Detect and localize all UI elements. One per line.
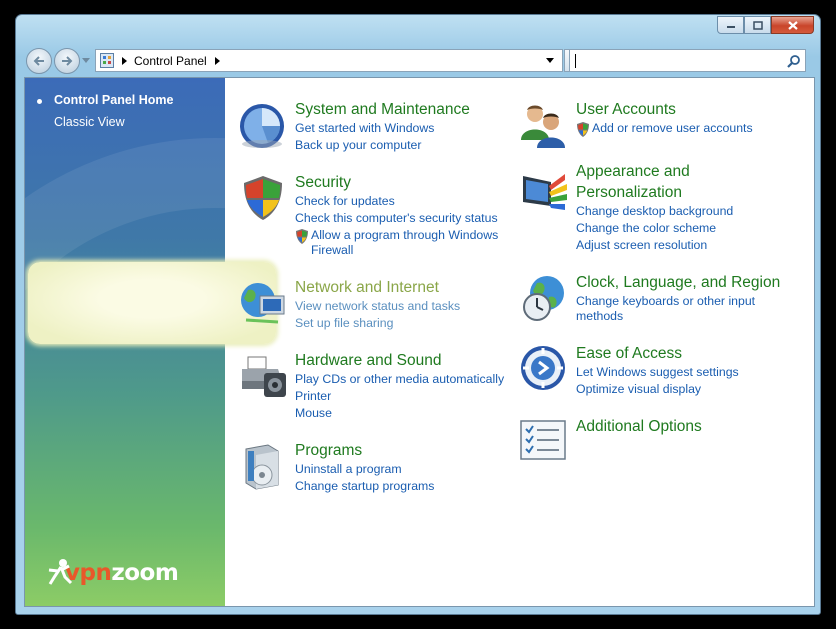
history-dropdown-icon[interactable] [82, 58, 90, 64]
active-bullet [37, 99, 42, 104]
appearance-monitor-icon [523, 174, 567, 210]
watermark-figure-icon [48, 559, 73, 585]
link-check-updates[interactable]: Check for updates [295, 194, 395, 209]
link-printer[interactable]: Printer [295, 389, 331, 404]
forward-arrow-icon [62, 56, 73, 66]
category-hardware-sound: Hardware and Sound Play CDs or other med… [238, 351, 518, 426]
category-title-user-accounts[interactable]: User Accounts [576, 100, 676, 120]
control-panel-window: Control Panel Control Panel Home Classic… [15, 14, 821, 615]
link-allow-program[interactable]: Allow a program through Windows [311, 228, 498, 243]
minimize-button[interactable] [717, 16, 744, 34]
address-toolbar: Control Panel [16, 44, 820, 74]
sidebar-item-classic-view[interactable]: Classic View [54, 115, 125, 129]
watermark-logo: vpnzoom [48, 559, 179, 586]
link-optimize-display[interactable]: Optimize visual display [576, 382, 701, 397]
link-back-up[interactable]: Back up your computer [295, 138, 421, 153]
address-bar[interactable]: Control Panel [95, 49, 586, 72]
category-title-appearance[interactable]: Appearance and [576, 162, 690, 182]
sidebar-item-control-panel-home[interactable]: Control Panel Home [54, 93, 173, 107]
link-startup[interactable]: Change startup programs [295, 479, 434, 494]
category-title-clock[interactable]: Clock, Language, and Region [576, 273, 780, 293]
breadcrumb-chevron-icon[interactable] [214, 56, 220, 65]
breadcrumb-control-panel[interactable]: Control Panel [134, 54, 207, 68]
maximize-icon [752, 20, 763, 30]
uac-shield-icon [577, 122, 589, 137]
category-title-ease[interactable]: Ease of Access [576, 344, 682, 364]
window-controls [717, 16, 814, 34]
link-color-scheme[interactable]: Change the color scheme [576, 221, 716, 236]
category-additional-options: Additional Options [519, 417, 799, 467]
forward-button[interactable] [54, 48, 80, 74]
link-change-keyboards[interactable]: Change keyboards or other input [576, 294, 755, 309]
category-user-accounts: User Accounts Add or remove user account… [519, 100, 799, 160]
category-system-maintenance: System and Maintenance Get started with … [238, 100, 518, 160]
link-screen-resolution[interactable]: Adjust screen resolution [576, 238, 707, 253]
link-add-remove-users[interactable]: Add or remove user accounts [592, 121, 753, 136]
ease-of-access-icon [521, 346, 565, 390]
system-maintenance-icon [240, 104, 284, 148]
category-network-internet: Network and Internet View network status… [238, 278, 518, 338]
maximize-button[interactable] [744, 16, 771, 34]
user-accounts-icon [521, 105, 565, 148]
category-title-programs[interactable]: Programs [295, 441, 362, 461]
link-uninstall[interactable]: Uninstall a program [295, 462, 402, 477]
link-autoplay[interactable]: Play CDs or other media automatically [295, 372, 504, 387]
back-button[interactable] [26, 48, 52, 74]
category-title-network[interactable]: Network and Internet [295, 278, 439, 298]
programs-box-icon [245, 444, 279, 490]
close-button[interactable] [771, 16, 814, 34]
security-shield-icon [244, 176, 282, 220]
close-icon [787, 20, 798, 30]
content-pane: Control Panel Home Classic View vpnzoom … [24, 77, 815, 607]
clock-globe-icon [523, 276, 564, 321]
link-desktop-background[interactable]: Change desktop background [576, 204, 733, 219]
watermark-text: zoom [111, 560, 179, 586]
hardware-printer-icon [242, 356, 286, 397]
additional-options-checklist-icon [520, 420, 566, 460]
text-cursor [575, 54, 576, 68]
address-dropdown-icon[interactable] [546, 58, 554, 63]
category-title-hardware[interactable]: Hardware and Sound [295, 351, 442, 371]
search-icon[interactable] [787, 54, 801, 68]
breadcrumb-separator-icon [122, 56, 127, 65]
link-file-sharing[interactable]: Set up file sharing [295, 316, 393, 331]
link-mouse[interactable]: Mouse [295, 406, 332, 421]
category-title-system[interactable]: System and Maintenance [295, 100, 470, 120]
network-globe-icon [241, 283, 285, 324]
link-change-keyboards-methods[interactable]: methods [576, 309, 623, 324]
search-input[interactable] [569, 49, 806, 72]
uac-shield-icon [296, 229, 308, 244]
category-security: Security Check for updates Check this co… [238, 173, 518, 268]
control-panel-icon [100, 53, 114, 68]
category-title-appearance-line2[interactable]: Personalization [576, 183, 682, 203]
title-bar [16, 15, 820, 43]
category-title-security[interactable]: Security [295, 173, 351, 193]
link-suggest-settings[interactable]: Let Windows suggest settings [576, 365, 739, 380]
link-security-status[interactable]: Check this computer's security status [295, 211, 498, 226]
category-ease-of-access: Ease of Access Let Windows suggest setti… [519, 344, 799, 404]
category-appearance: Appearance and Personalization Change de… [519, 162, 799, 257]
minimize-icon [726, 26, 735, 28]
link-network-status[interactable]: View network status and tasks [295, 299, 460, 314]
back-arrow-icon [33, 56, 44, 66]
link-get-started[interactable]: Get started with Windows [295, 121, 434, 136]
link-allow-program-firewall[interactable]: Firewall [311, 243, 353, 258]
category-title-additional[interactable]: Additional Options [576, 417, 702, 437]
category-clock-language: Clock, Language, and Region Change keybo… [519, 273, 809, 333]
category-programs: Programs Uninstall a program Change star… [238, 441, 518, 501]
